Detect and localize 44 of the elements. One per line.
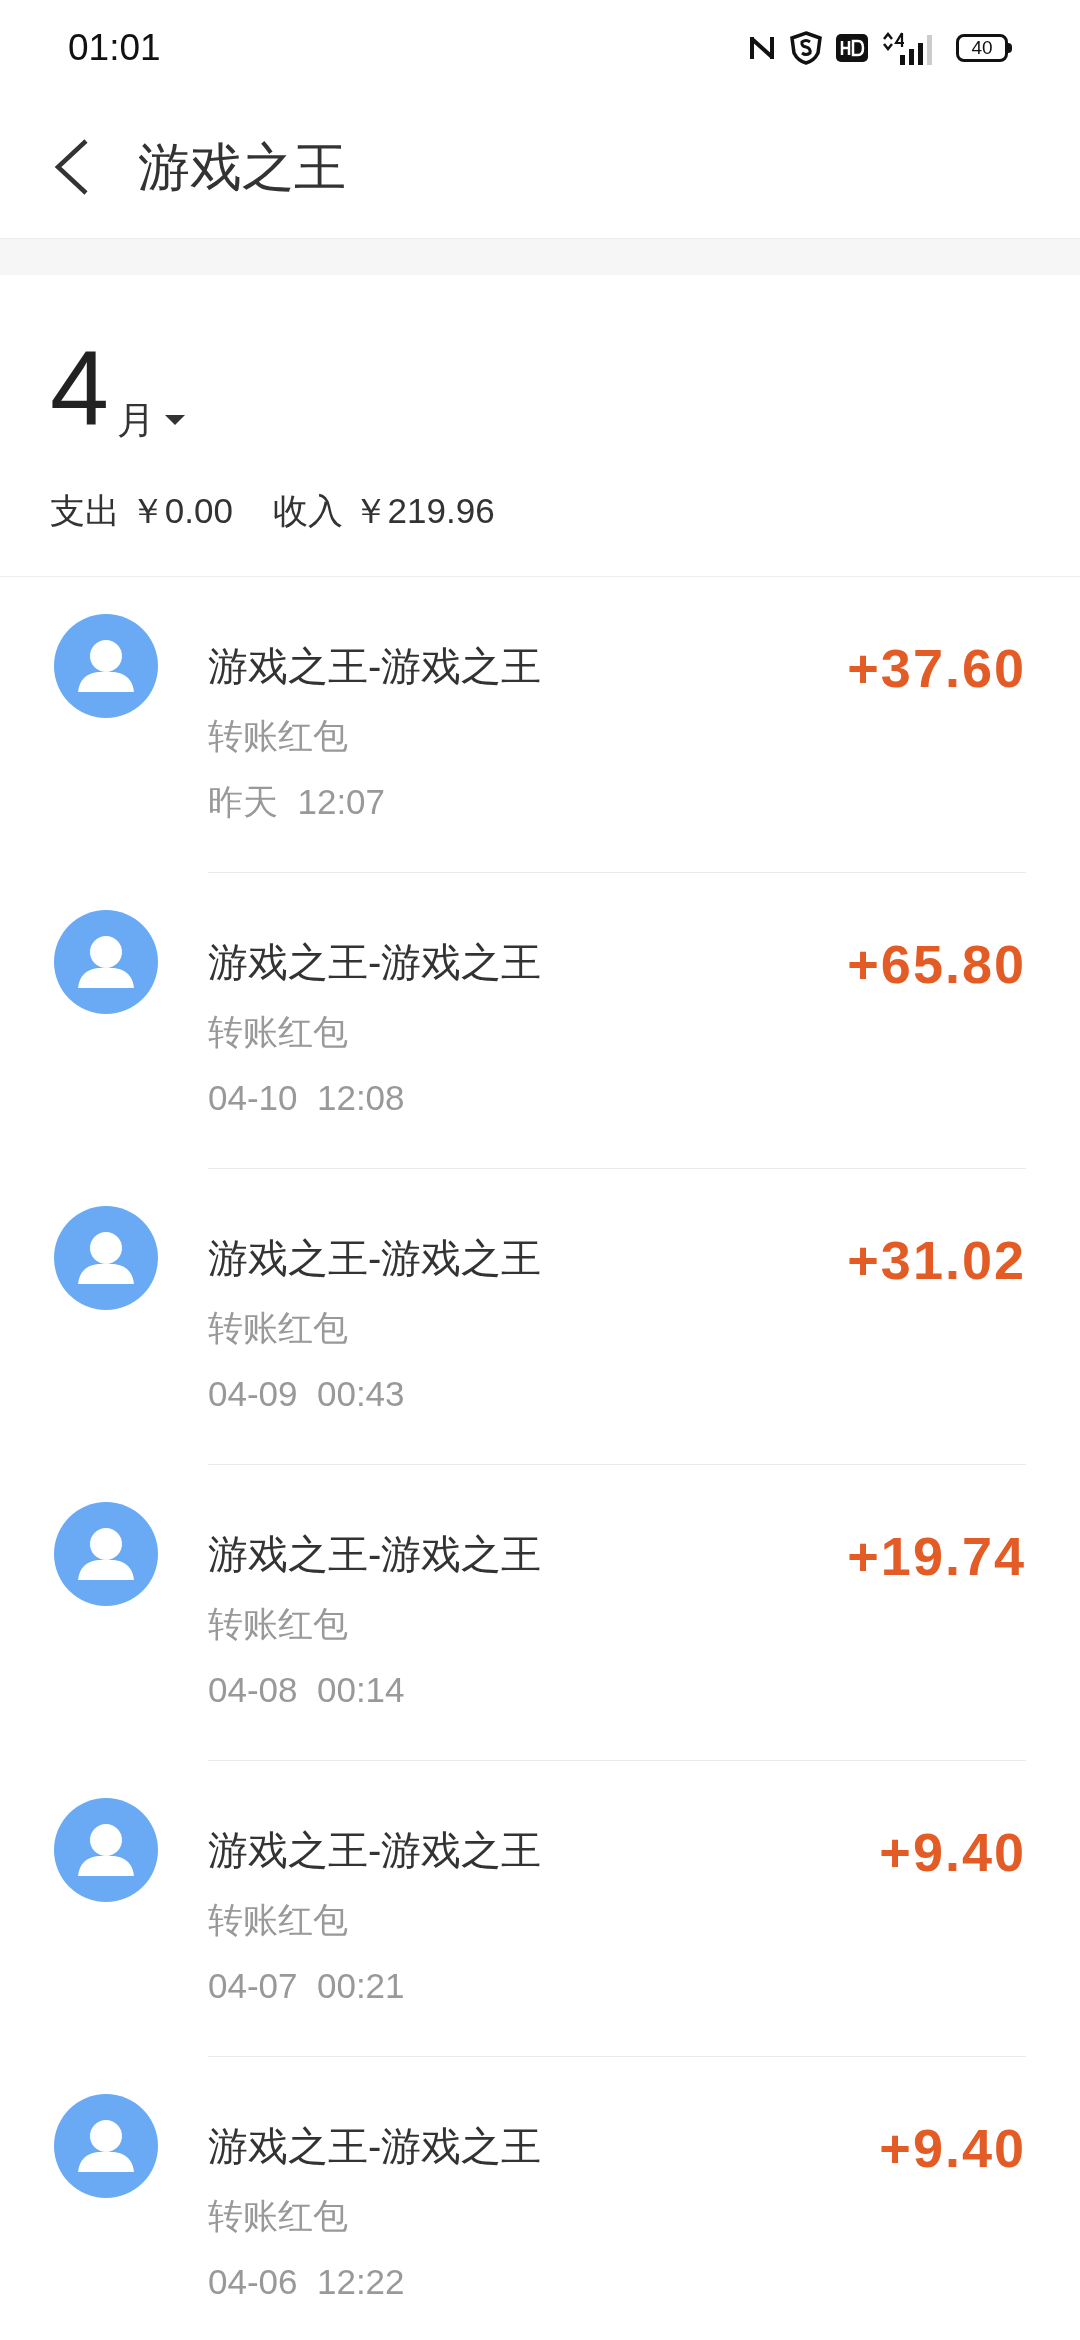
avatar-icon [54,1501,158,1606]
transaction-amount: +31.02 [847,1228,1026,1292]
transaction-type: 转账红包 [208,2194,349,2237]
avatar-icon [54,2093,158,2198]
transaction-row[interactable]: 游戏之王-游戏之王 转账红包 04-09 00:43 +31.02 [0,1168,1080,1465]
transaction-type: 转账红包 [208,714,349,757]
status-time: 01:01 [68,25,161,70]
transaction-title: 游戏之王-游戏之王 [208,1234,542,1282]
avatar-icon [54,1205,158,1310]
transaction-amount: +37.60 [847,636,1026,700]
avatar-icon [54,613,158,718]
transaction-row[interactable]: 游戏之王-游戏之王 转账红包 昨天 12:07 +37.60 [0,576,1080,873]
transaction-row[interactable]: 游戏之王-游戏之王 转账红包 04-06 12:22 +9.40 [0,2056,1080,2340]
transaction-title: 游戏之王-游戏之王 [208,1530,542,1578]
avatar-icon [54,909,158,1014]
transaction-time: 昨天 12:07 [208,781,387,823]
shield-icon [790,30,822,65]
transaction-title: 游戏之王-游戏之王 [208,642,542,690]
transaction-title: 游戏之王-游戏之王 [208,1826,542,1874]
expense-summary: 支出 ￥0.00 [50,490,233,532]
transaction-amount: +9.40 [879,2116,1026,2180]
transaction-row[interactable]: 游戏之王-游戏之王 转账红包 04-10 12:08 +65.80 [0,872,1080,1169]
transaction-type: 转账红包 [208,1306,349,1349]
transaction-type: 转账红包 [208,1602,349,1645]
transaction-time: 04-07 00:21 [208,1965,406,2007]
transaction-amount: +19.74 [847,1524,1026,1588]
transaction-type: 转账红包 [208,1010,349,1053]
month-selector[interactable]: 4 月 [50,335,187,441]
transaction-time: 04-10 12:08 [208,1077,406,1119]
transaction-row[interactable]: 游戏之王-游戏之王 转账红包 04-08 00:14 +19.74 [0,1464,1080,1761]
transaction-row[interactable]: 游戏之王-游戏之王 转账红包 04-07 00:21 +9.40 [0,1760,1080,2057]
signal-icon [882,30,934,65]
transaction-type: 转账红包 [208,1898,349,1941]
transaction-time: 04-06 12:22 [208,2261,406,2303]
transaction-amount: +65.80 [847,932,1026,996]
transaction-time: 04-08 00:14 [208,1669,406,1711]
transaction-time: 04-09 00:43 [208,1373,406,1415]
avatar-icon [54,1797,158,1902]
income-summary: 收入 ￥219.96 [272,490,495,532]
transaction-amount: +9.40 [879,1820,1026,1884]
transaction-title: 游戏之王-游戏之王 [208,2122,542,2170]
transaction-title: 游戏之王-游戏之王 [208,938,542,986]
hd-icon [836,33,868,62]
page-title: 游戏之王 [138,136,346,198]
